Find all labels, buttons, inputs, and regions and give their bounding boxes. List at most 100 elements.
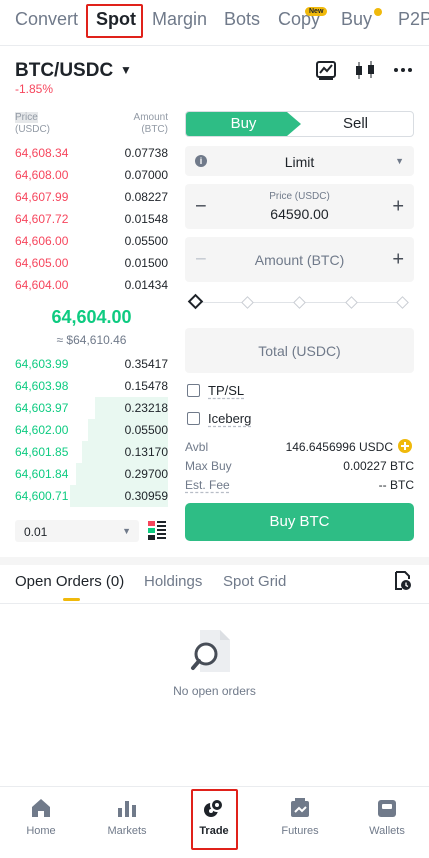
amount-header-unit: (BTC) — [141, 124, 168, 135]
tpsl-label[interactable]: TP/SL — [208, 383, 244, 398]
bid-price: 64,603.97 — [15, 401, 69, 415]
nav-wallets[interactable]: Wallets — [352, 798, 422, 837]
chart-icon[interactable] — [316, 61, 336, 86]
ask-row[interactable]: 64,604.00 0.01434 — [15, 274, 168, 296]
price-increase-button[interactable]: + — [392, 195, 404, 218]
pair-title[interactable]: BTC/USDC — [15, 60, 113, 82]
slider-step-75[interactable] — [345, 296, 358, 309]
ask-price: 64,607.72 — [15, 212, 69, 226]
nav-divider — [0, 786, 429, 787]
order-history-icon[interactable] — [394, 571, 412, 596]
ask-price: 64,604.00 — [15, 278, 69, 292]
bid-price: 64,601.85 — [15, 445, 69, 459]
iceberg-checkbox[interactable] — [187, 412, 200, 425]
order-type-select[interactable]: i Limit ▼ — [185, 146, 414, 176]
slider-step-25[interactable] — [241, 296, 254, 309]
slider-handle[interactable] — [187, 293, 204, 310]
precision-select[interactable]: 0.01 ▼ — [15, 520, 139, 542]
bid-row[interactable]: 64,600.71 0.30959 — [15, 485, 168, 507]
chevron-down-icon[interactable]: ▼ — [120, 63, 132, 77]
tab-spot-grid[interactable]: Spot Grid — [223, 573, 286, 590]
ask-row[interactable]: 64,608.34 0.07738 — [15, 142, 168, 164]
ask-row[interactable]: 64,607.72 0.01548 — [15, 208, 168, 230]
iceberg-label[interactable]: Iceberg — [208, 411, 251, 426]
buy-btc-button[interactable]: Buy BTC — [185, 503, 414, 541]
no-orders-icon — [190, 628, 236, 679]
ask-amount: 0.08227 — [124, 190, 168, 204]
ask-amount: 0.07000 — [124, 168, 168, 182]
bid-row[interactable]: 64,603.98 0.15478 — [15, 375, 168, 397]
amount-field[interactable]: − Amount (BTC) + — [185, 237, 414, 282]
bid-amount: 0.05500 — [124, 423, 168, 437]
active-tab-indicator — [63, 598, 80, 601]
chevron-down-icon: ▼ — [122, 526, 131, 536]
nav-futures[interactable]: Futures — [265, 798, 335, 837]
ask-row[interactable]: 64,606.00 0.05500 — [15, 230, 168, 252]
more-icon[interactable] — [393, 60, 413, 85]
futures-icon — [291, 798, 309, 817]
tab-margin[interactable]: Margin — [152, 9, 207, 30]
tab-p2p[interactable]: P2P — [398, 9, 429, 30]
ask-row[interactable]: 64,605.00 0.01500 — [15, 252, 168, 274]
bid-row[interactable]: 64,601.84 0.29700 — [15, 463, 168, 485]
price-header: Price (USDC) — [15, 112, 50, 136]
total-placeholder[interactable]: Total (USDC) — [185, 343, 414, 359]
total-field[interactable]: Total (USDC) — [185, 328, 414, 373]
ask-row[interactable]: 64,607.99 0.08227 — [15, 186, 168, 208]
amount-increase-button[interactable]: + — [392, 248, 404, 271]
bid-amount: 0.15478 — [124, 379, 168, 393]
bid-price: 64,602.00 — [15, 423, 69, 437]
buy-tab[interactable]: Buy — [186, 112, 301, 136]
est-fee-value: -- BTC — [378, 478, 414, 492]
ask-row[interactable]: 64,608.00 0.07000 — [15, 164, 168, 186]
max-buy-label: Max Buy — [185, 459, 232, 473]
nav-home[interactable]: Home — [6, 798, 76, 837]
ask-amount: 0.01548 — [124, 212, 168, 226]
bid-amount: 0.35417 — [124, 357, 168, 371]
price-header-label: Price — [15, 112, 38, 123]
tab-bots[interactable]: Bots — [224, 9, 260, 30]
tpsl-checkbox[interactable] — [187, 384, 200, 397]
markets-icon — [118, 801, 136, 817]
add-funds-icon[interactable] — [398, 439, 412, 458]
amount-header: Amount (BTC) — [134, 112, 168, 136]
slider-step-100[interactable] — [396, 296, 409, 309]
nav-markets[interactable]: Markets — [92, 798, 162, 837]
tab-open-orders[interactable]: Open Orders (0) — [15, 573, 124, 590]
section-divider — [0, 557, 429, 565]
candlestick-icon[interactable] — [354, 60, 376, 87]
wallets-icon — [378, 800, 396, 817]
max-buy-value: 0.00227 BTC — [343, 459, 414, 473]
spot-highlight-box — [86, 4, 143, 38]
ask-amount: 0.07738 — [124, 146, 168, 160]
home-icon — [32, 799, 50, 817]
top-tabs: Convert Spot Margin Bots Copy New Buy P2… — [0, 0, 429, 44]
last-price: 64,604.00 — [51, 307, 132, 327]
slider-step-50[interactable] — [293, 296, 306, 309]
tab-convert[interactable]: Convert — [15, 9, 78, 30]
ask-price: 64,608.34 — [15, 146, 69, 160]
tab-buy[interactable]: Buy — [341, 9, 372, 30]
nav-home-label: Home — [26, 825, 56, 837]
bid-price: 64,601.84 — [15, 467, 69, 481]
est-fee-label[interactable]: Est. Fee — [185, 478, 230, 492]
notification-dot — [374, 8, 382, 16]
book-layout-icon[interactable] — [148, 521, 166, 546]
ask-price: 64,607.99 — [15, 190, 69, 204]
bid-amount: 0.23218 — [124, 401, 168, 415]
amount-placeholder[interactable]: Amount (BTC) — [185, 252, 414, 268]
sell-tab[interactable]: Sell — [298, 112, 413, 136]
ask-price: 64,605.00 — [15, 256, 69, 270]
price-field[interactable]: − Price (USDC) 64590.00 + — [185, 184, 414, 229]
last-price-fiat: ≈ $64,610.46 — [56, 333, 127, 347]
price-field-value[interactable]: 64590.00 — [185, 206, 414, 222]
tab-holdings[interactable]: Holdings — [144, 573, 202, 590]
new-badge: New — [305, 7, 328, 16]
bid-price: 64,600.71 — [15, 489, 69, 503]
bid-row[interactable]: 64,601.85 0.13170 — [15, 441, 168, 463]
bid-row[interactable]: 64,603.99 0.35417 — [15, 353, 168, 375]
ask-amount: 0.01434 — [124, 278, 168, 292]
bid-row[interactable]: 64,602.00 0.05500 — [15, 419, 168, 441]
bid-row[interactable]: 64,603.97 0.23218 — [15, 397, 168, 419]
ask-price: 64,608.00 — [15, 168, 69, 182]
